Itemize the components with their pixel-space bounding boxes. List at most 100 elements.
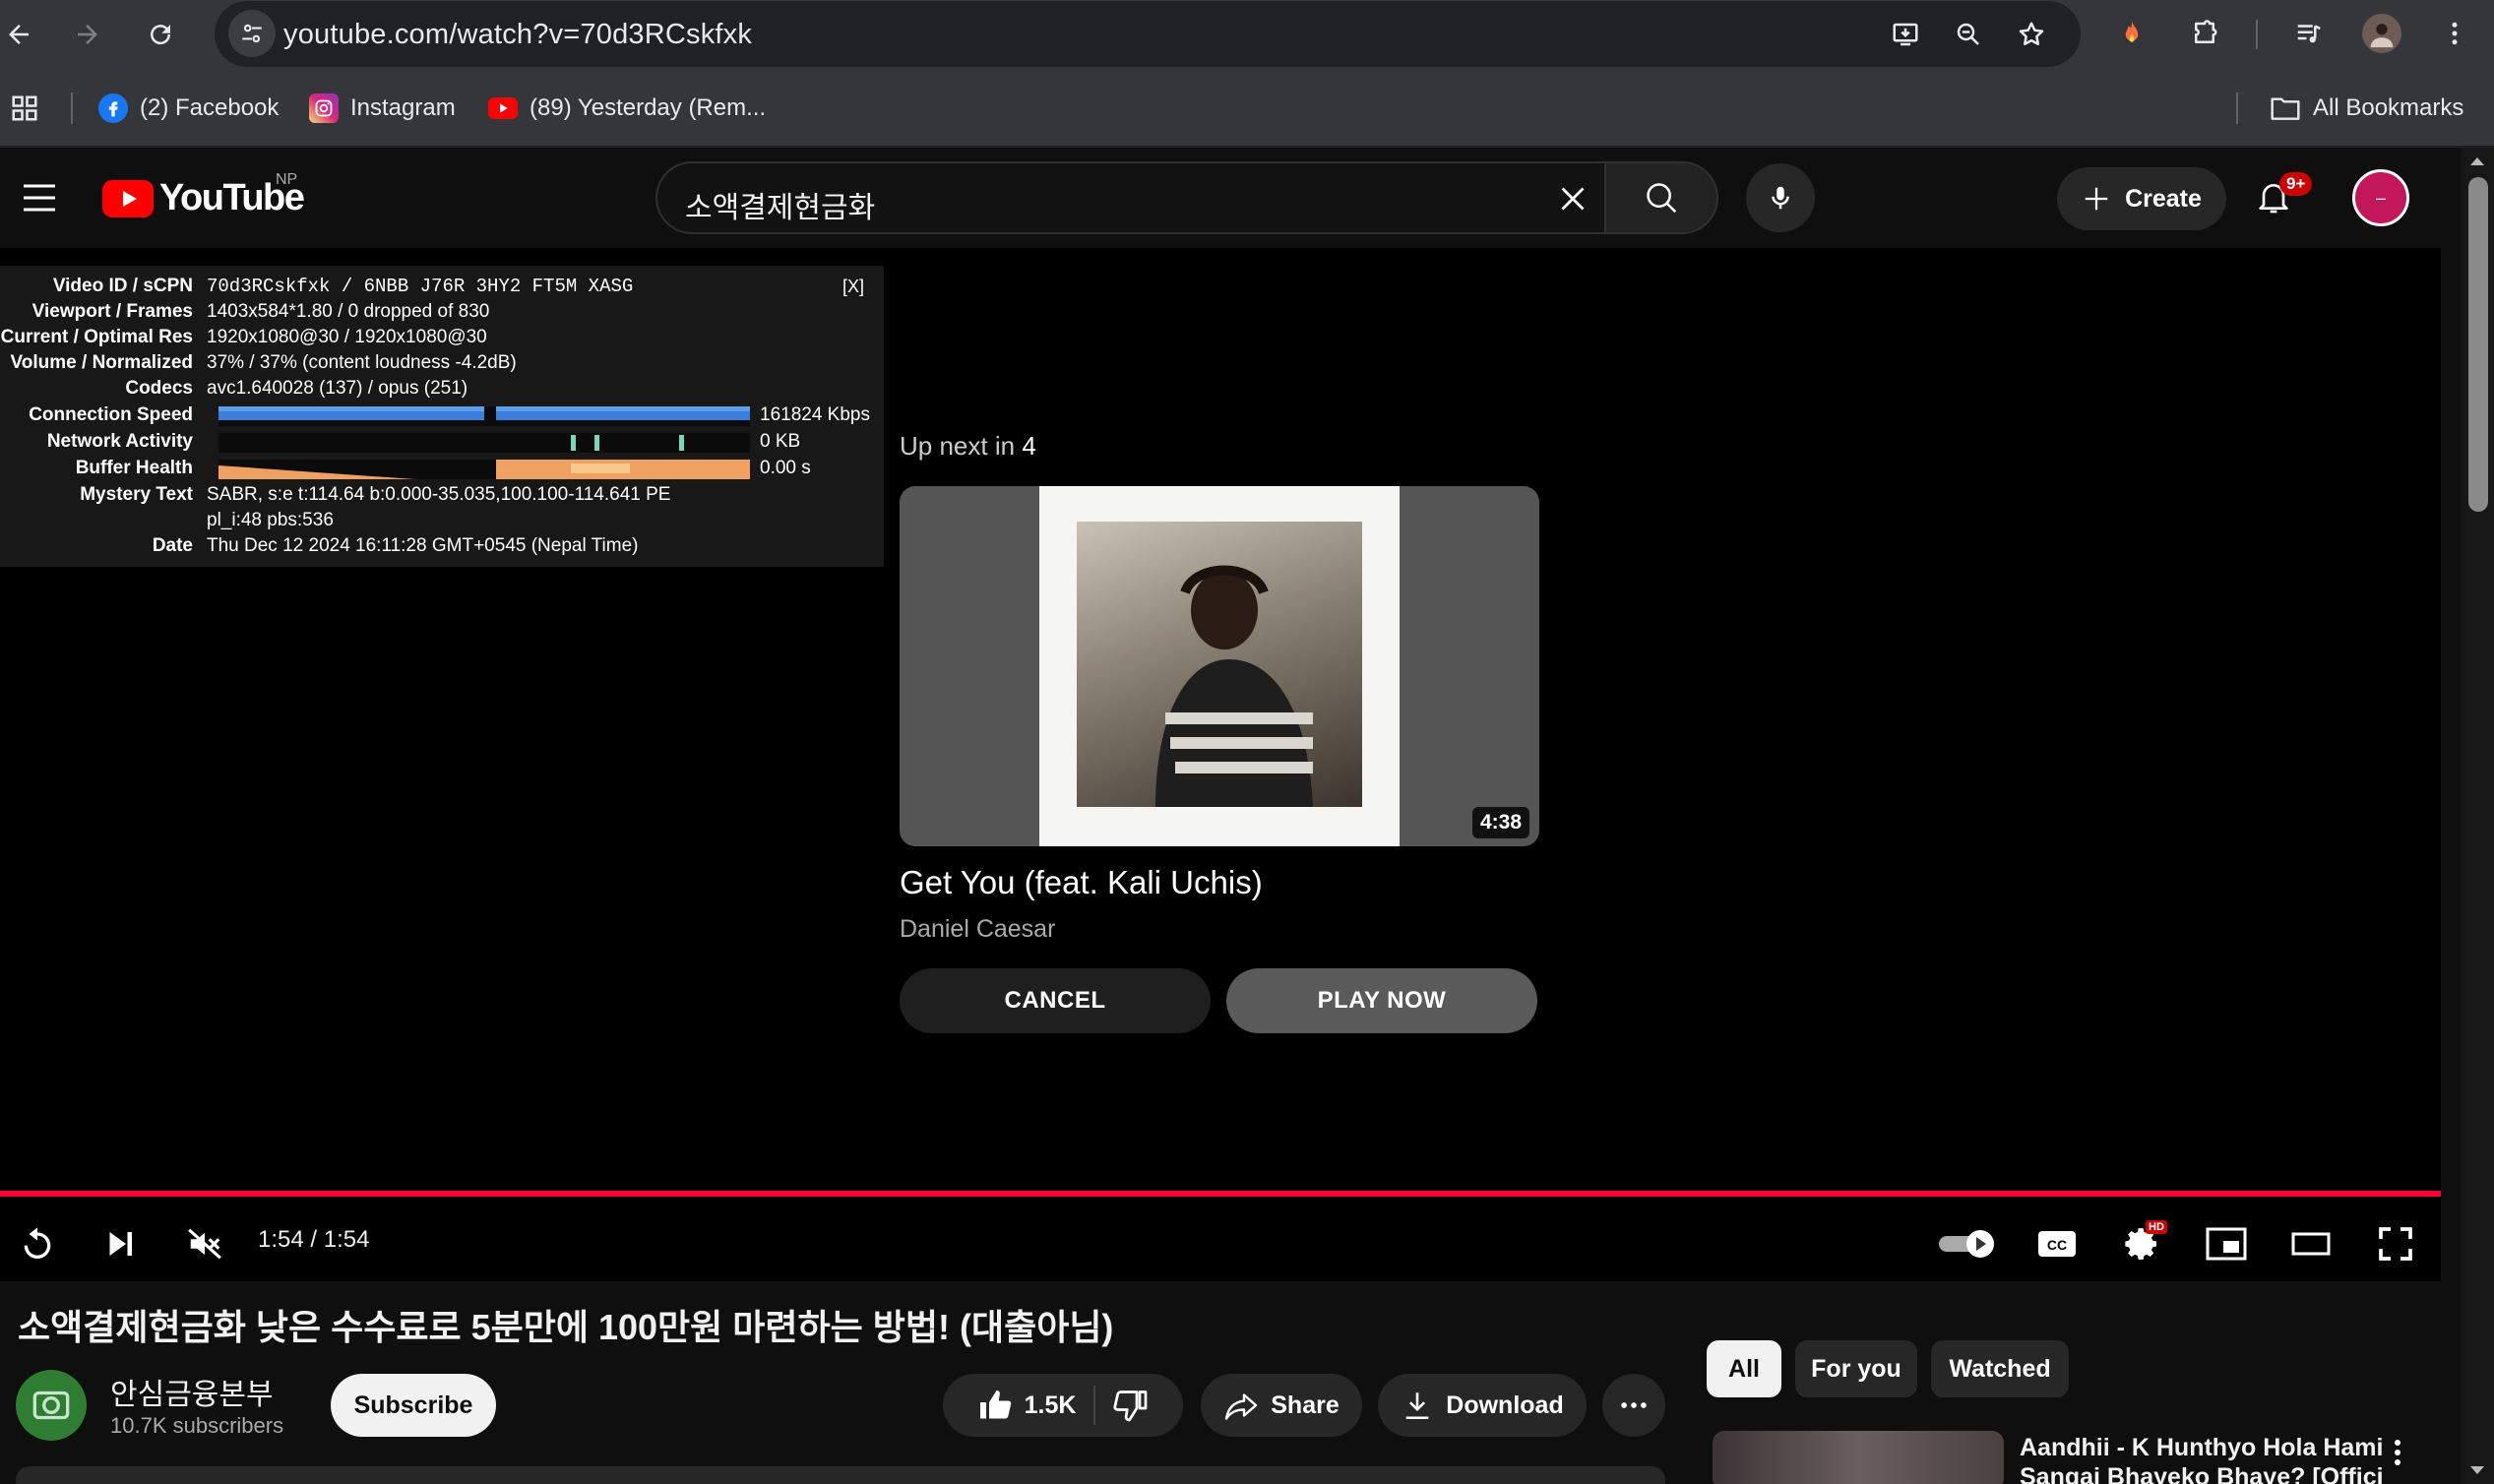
share-button[interactable]: Share <box>1201 1374 1362 1437</box>
stats-value: 161824 Kbps <box>760 404 870 425</box>
scroll-thumb[interactable] <box>2468 177 2488 512</box>
profile-avatar-icon[interactable] <box>2362 14 2401 53</box>
fullscreen-button[interactable] <box>2368 1216 2423 1271</box>
search-query-text[interactable]: 소액결제현금화 <box>685 183 875 226</box>
stats-row: Network Activity <box>0 429 207 455</box>
like-count: 1.5K <box>1024 1391 1077 1419</box>
miniplayer-button[interactable] <box>2199 1216 2254 1271</box>
media-controls-icon[interactable] <box>2289 14 2329 53</box>
chip-for-you[interactable]: For you <box>1795 1340 1917 1397</box>
site-info-icon[interactable] <box>228 10 276 57</box>
bookmark-instagram[interactable]: Instagram <box>309 89 456 128</box>
reload-button[interactable] <box>136 10 185 59</box>
channel-name[interactable]: 안심금융본부 <box>110 1370 274 1413</box>
captions-button[interactable]: CC <box>2029 1216 2085 1271</box>
download-button[interactable]: Download <box>1378 1374 1587 1437</box>
scroll-down-arrow-icon[interactable] <box>2470 1466 2484 1474</box>
plus-icon <box>2085 187 2108 211</box>
country-code: NP <box>276 171 298 188</box>
thumbs-up-icon <box>979 1391 1011 1419</box>
theater-mode-button[interactable] <box>2283 1216 2338 1271</box>
address-bar[interactable]: youtube.com/watch?v=70d3RCskfxk <box>215 1 2081 67</box>
skip-next-icon <box>109 1232 132 1256</box>
chip-all[interactable]: All <box>1707 1340 1781 1397</box>
stats-row: Buffer Health <box>0 456 207 481</box>
youtube-logo[interactable]: YouTube NP <box>102 171 305 219</box>
more-horizontal-icon <box>1621 1402 1647 1408</box>
mute-button[interactable] <box>177 1216 232 1271</box>
fullscreen-icon <box>2379 1227 2412 1261</box>
guide-menu-icon[interactable] <box>20 181 59 215</box>
extensions-puzzle-icon[interactable] <box>2185 14 2224 53</box>
next-button[interactable] <box>93 1216 148 1271</box>
settings-button[interactable]: HD <box>2114 1216 2169 1271</box>
replay-button[interactable] <box>10 1216 65 1271</box>
up-next-channel: Daniel Caesar <box>900 915 1056 943</box>
all-bookmarks-button[interactable]: All Bookmarks <box>2270 89 2463 128</box>
bookmark-facebook[interactable]: (2) Facebook <box>98 89 279 128</box>
install-app-icon[interactable] <box>1886 15 1925 54</box>
browser-menu-icon[interactable] <box>2435 14 2474 53</box>
up-next-text: Up next in <box>900 431 1016 461</box>
microphone-icon <box>1772 186 1789 210</box>
youtube-icon <box>488 97 518 119</box>
create-label: Create <box>2125 184 2202 213</box>
stats-row: Viewport / Frames 1403x584*1.80 / 0 dropp… <box>0 299 490 325</box>
recommendation-title[interactable]: Aandhii - K Hunthyo Hola Hami Sangai Bha… <box>2020 1433 2384 1484</box>
recommendation-thumbnail[interactable] <box>1713 1431 2004 1484</box>
forward-button[interactable] <box>63 10 112 59</box>
stats-value: pl_i:48 pbs:536 <box>207 510 334 530</box>
bookmarks-divider <box>2236 93 2238 124</box>
back-button[interactable] <box>0 10 43 59</box>
play-now-button[interactable]: PLAY NOW <box>1226 968 1537 1033</box>
progress-bar[interactable] <box>0 1191 2441 1197</box>
recommendation-menu-icon[interactable] <box>2386 1433 2409 1472</box>
account-avatar[interactable]: – <box>2352 169 2409 226</box>
apps-grid-icon[interactable] <box>10 89 39 128</box>
time-display: 1:54 / 1:54 <box>258 1226 370 1253</box>
search-input[interactable]: 소액결제현금화 <box>655 161 1604 234</box>
stats-key: Current / Optimal Res <box>0 327 193 347</box>
svg-text:CC: CC <box>2047 1237 2067 1253</box>
network-activity-graph <box>218 433 750 453</box>
subscribe-button[interactable]: Subscribe <box>331 1374 496 1437</box>
replay-icon <box>24 1227 51 1259</box>
like-button[interactable]: 1.5K <box>977 1388 1077 1423</box>
stats-key: Date <box>152 535 193 556</box>
stats-value: 1920x1080@30 / 1920x1080@30 <box>207 327 487 347</box>
up-next-title[interactable]: Get You (feat. Kali Uchis) <box>900 864 1263 901</box>
chip-watched[interactable]: Watched <box>1931 1340 2069 1397</box>
autoplay-toggle[interactable] <box>1937 1216 2000 1271</box>
subscriber-count: 10.7K subscribers <box>110 1413 284 1438</box>
clear-search-icon[interactable] <box>1555 181 1590 216</box>
dislike-button[interactable] <box>1113 1388 1149 1423</box>
up-next-countdown: 4 <box>1022 431 1036 461</box>
create-button[interactable]: Create <box>2057 167 2226 230</box>
zoom-icon[interactable] <box>1949 15 1988 54</box>
theater-mode-icon <box>2291 1232 2331 1256</box>
url-text[interactable]: youtube.com/watch?v=70d3RCskfxk <box>283 19 752 51</box>
scroll-up-arrow-icon[interactable] <box>2470 157 2484 165</box>
stats-key <box>0 508 207 533</box>
bookmark-star-icon[interactable] <box>2012 15 2051 54</box>
stats-row: pl_i:48 pbs:536 <box>0 508 334 533</box>
voice-search-button[interactable] <box>1746 163 1815 232</box>
stats-close-button[interactable]: [X] <box>842 274 864 300</box>
description-box[interactable] <box>16 1466 1665 1484</box>
cancel-autoplay-button[interactable]: CANCEL <box>900 968 1211 1033</box>
bookmarks-divider <box>71 93 73 124</box>
stats-key: Buffer Health <box>75 458 193 478</box>
extension-fire-icon[interactable] <box>2112 14 2151 53</box>
page-scrollbar[interactable] <box>2461 148 2494 1484</box>
bookmark-youtube[interactable]: (89) Yesterday (Rem... <box>488 89 766 128</box>
up-next-thumbnail[interactable]: 4:38 <box>900 486 1539 846</box>
facebook-icon <box>98 93 128 123</box>
stats-key: Mystery Text <box>80 484 193 505</box>
more-actions-button[interactable] <box>1602 1374 1665 1437</box>
stats-row: Connection Speed <box>0 402 207 428</box>
search-button[interactable] <box>1604 161 1718 234</box>
avatar-initial: – <box>2375 187 2386 208</box>
bookmark-label: Instagram <box>350 94 456 121</box>
channel-avatar[interactable] <box>16 1370 87 1441</box>
video-player[interactable]: [X] Video ID / sCPN 70d3RCskfxk / 6NBB J7… <box>0 248 2441 1281</box>
